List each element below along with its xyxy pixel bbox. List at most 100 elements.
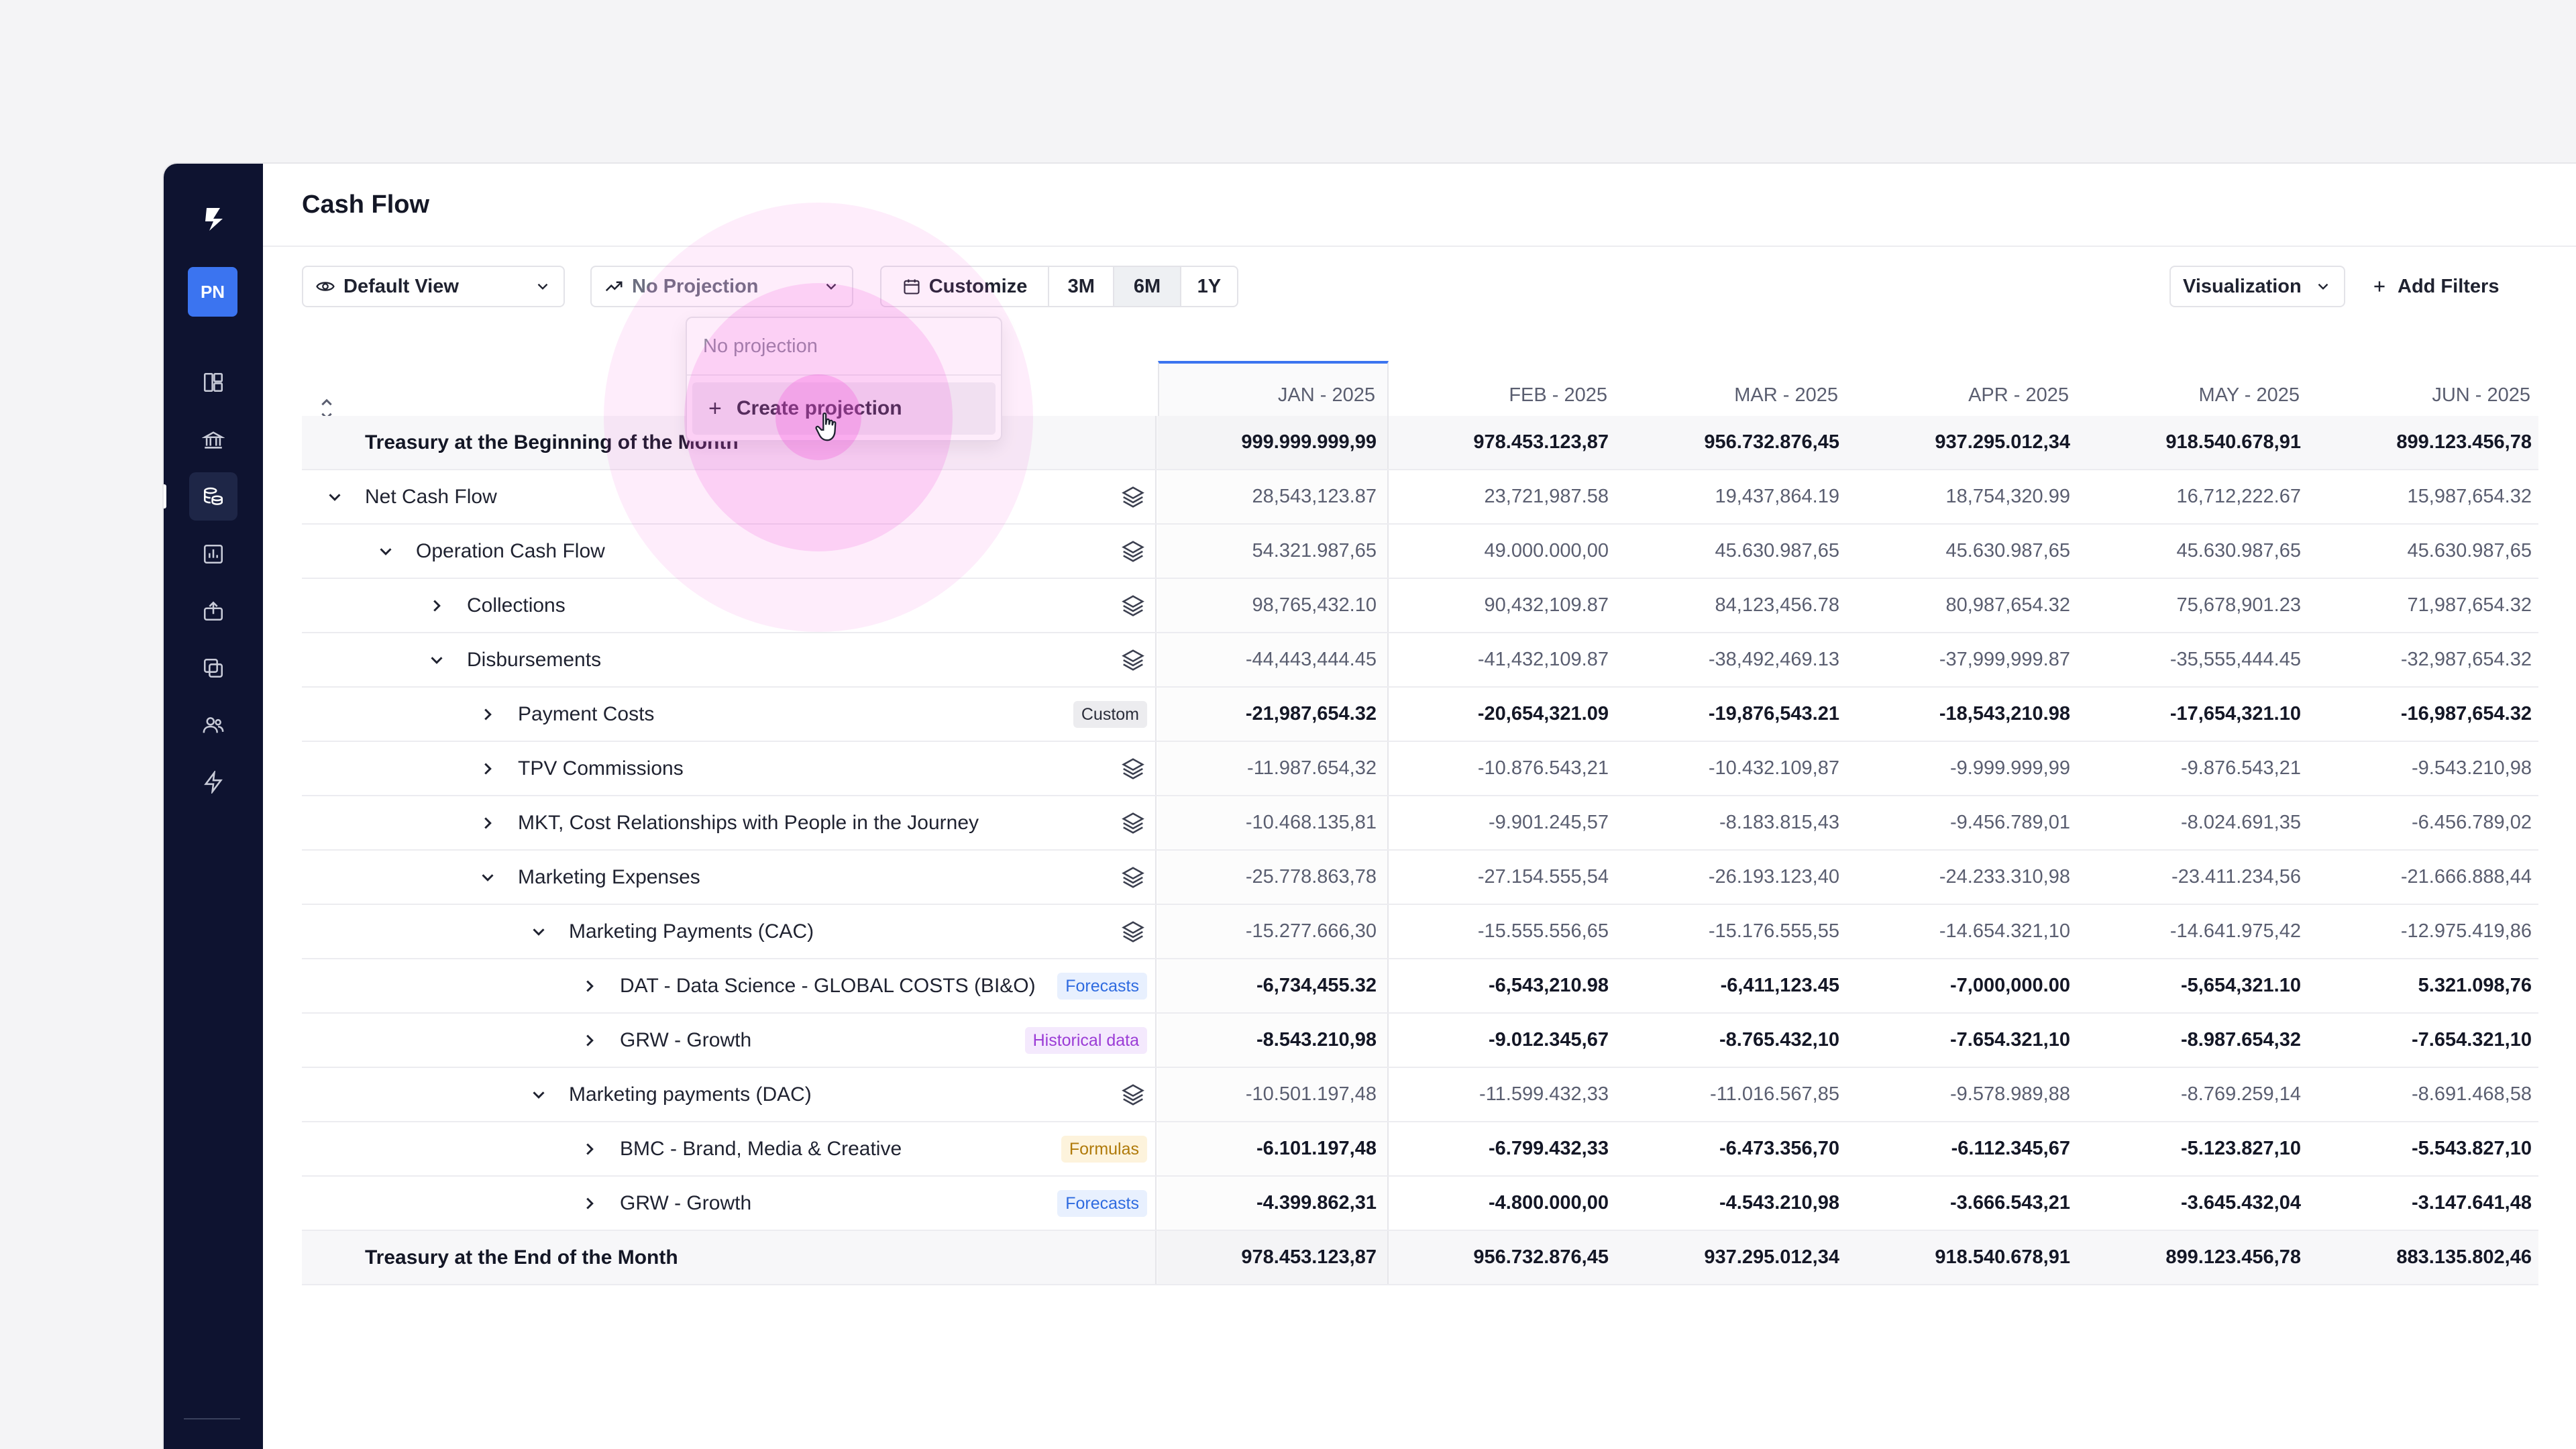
table-cell[interactable]: -10.432.109,87	[1619, 742, 1850, 795]
chevron-down-icon[interactable]	[376, 541, 396, 561]
table-row[interactable]: Marketing Payments (CAC) -15.277.666,30 -1…	[302, 905, 2538, 959]
table-cell[interactable]: 54.321.987,65	[1158, 525, 1389, 578]
table-cell[interactable]: -4.399.862,31	[1158, 1177, 1389, 1230]
table-cell[interactable]: -8.769.259,14	[2081, 1068, 2312, 1121]
table-cell[interactable]: 899.123.456,78	[2312, 416, 2542, 469]
table-cell[interactable]: -9.578.989,88	[1850, 1068, 2081, 1121]
table-cell[interactable]: 23,721,987.58	[1389, 470, 1619, 523]
view-select[interactable]: Default View	[302, 266, 565, 307]
table-row[interactable]: Payment Costs Custom -21,987,654.32 -20,654…	[302, 688, 2538, 742]
chevron-right-icon[interactable]	[580, 976, 600, 996]
table-cell[interactable]: -21.666.888,44	[2312, 851, 2542, 904]
table-row[interactable]: Disbursements -44,443,444.45 -41,432,109.8…	[302, 633, 2538, 688]
table-cell[interactable]: -5.123.827,10	[2081, 1122, 2312, 1175]
table-cell[interactable]: -19,876,543.21	[1619, 688, 1850, 741]
table-cell[interactable]: -9.901.245,57	[1389, 796, 1619, 849]
table-cell[interactable]: 978.453.123,87	[1389, 416, 1619, 469]
table-cell[interactable]: -32,987,654.32	[2312, 633, 2542, 686]
table-cell[interactable]: -37,999,999.87	[1850, 633, 2081, 686]
table-cell[interactable]: 956.732.876,45	[1389, 1231, 1619, 1284]
table-cell[interactable]: -3.645.432,04	[2081, 1177, 2312, 1230]
table-cell[interactable]: -8.987.654,32	[2081, 1014, 2312, 1067]
table-cell[interactable]: -5,654,321.10	[2081, 959, 2312, 1012]
table-cell[interactable]: -14.641.975,42	[2081, 905, 2312, 958]
table-cell[interactable]: 15,987,654.32	[2312, 470, 2542, 523]
chevron-right-icon[interactable]	[580, 1030, 600, 1051]
table-cell[interactable]: -8.691.468,58	[2312, 1068, 2542, 1121]
table-cell[interactable]: 75,678,901.23	[2081, 579, 2312, 632]
table-cell[interactable]: -41,432,109.87	[1389, 633, 1619, 686]
table-cell[interactable]: 80,987,654.32	[1850, 579, 2081, 632]
table-row[interactable]: Collections 98,765,432.10 90,432,109.87 84,…	[302, 579, 2538, 633]
table-cell[interactable]: 5.321.098,76	[2312, 959, 2542, 1012]
table-cell[interactable]: -17,654,321.10	[2081, 688, 2312, 741]
chevron-down-icon[interactable]	[427, 650, 447, 670]
table-cell[interactable]: -38,492,469.13	[1619, 633, 1850, 686]
table-cell[interactable]: -18,543,210.98	[1850, 688, 2081, 741]
table-cell[interactable]: 19,437,864.19	[1619, 470, 1850, 523]
column-header[interactable]: JUN - 2025	[2312, 361, 2542, 416]
table-row[interactable]: MKT, Cost Relationships with People in t…	[302, 796, 2538, 851]
chart-icon[interactable]	[193, 534, 233, 574]
table-cell[interactable]: -26.193.123,40	[1619, 851, 1850, 904]
table-row[interactable]: Marketing payments (DAC) -10.501.197,48 -1…	[302, 1068, 2538, 1122]
table-cell[interactable]: -44,443,444.45	[1158, 633, 1389, 686]
table-cell[interactable]: 84,123,456.78	[1619, 579, 1850, 632]
chevron-right-icon[interactable]	[580, 1139, 600, 1159]
table-row[interactable]: TPV Commissions -11.987.654,32 -10.876.543…	[302, 742, 2538, 796]
table-cell[interactable]: -25.778.863,78	[1158, 851, 1389, 904]
table-cell[interactable]: -8.765.432,10	[1619, 1014, 1850, 1067]
lightning-icon[interactable]	[193, 762, 233, 802]
table-cell[interactable]: -23.411.234,56	[2081, 851, 2312, 904]
copy-icon[interactable]	[193, 648, 233, 688]
customize-button[interactable]: Customize	[881, 267, 1050, 306]
table-cell[interactable]: -6.456.789,02	[2312, 796, 2542, 849]
table-cell[interactable]: -9.999.999,99	[1850, 742, 2081, 795]
chevron-right-icon[interactable]	[580, 1193, 600, 1214]
table-cell[interactable]: -8.183.815,43	[1619, 796, 1850, 849]
layers-icon[interactable]	[1120, 647, 1146, 673]
table-cell[interactable]: -9.012.345,67	[1389, 1014, 1619, 1067]
chevron-right-icon[interactable]	[427, 596, 447, 616]
table-cell[interactable]: 16,712,222.67	[2081, 470, 2312, 523]
table-cell[interactable]: -7,000,000.00	[1850, 959, 2081, 1012]
range-6m-button[interactable]: 6M	[1114, 267, 1181, 306]
table-cell[interactable]: 937.295.012,34	[1850, 416, 2081, 469]
table-row[interactable]: Treasury at the End of the Month 978.453.…	[302, 1231, 2538, 1285]
table-cell[interactable]: -5.543.827,10	[2312, 1122, 2542, 1175]
table-row[interactable]: Marketing Expenses -25.778.863,78 -27.154.…	[302, 851, 2538, 905]
chevron-right-icon[interactable]	[478, 813, 498, 833]
table-cell[interactable]: -6.473.356,70	[1619, 1122, 1850, 1175]
table-cell[interactable]: -6.101.197,48	[1158, 1122, 1389, 1175]
table-cell[interactable]: 937.295.012,34	[1619, 1231, 1850, 1284]
more-options-button[interactable]	[2563, 266, 2576, 307]
table-cell[interactable]: -6,734,455.32	[1158, 959, 1389, 1012]
avatar[interactable]: PN	[188, 267, 237, 317]
table-cell[interactable]: -6.799.432,33	[1389, 1122, 1619, 1175]
layers-icon[interactable]	[1120, 539, 1146, 564]
chevron-down-icon[interactable]	[529, 1085, 549, 1105]
table-cell[interactable]: 45.630.987,65	[1850, 525, 2081, 578]
table-cell[interactable]: 45.630.987,65	[2081, 525, 2312, 578]
table-cell[interactable]: -6,411,123.45	[1619, 959, 1850, 1012]
table-cell[interactable]: -11.987.654,32	[1158, 742, 1389, 795]
chevron-down-icon[interactable]	[478, 867, 498, 888]
table-cell[interactable]: -9.456.789,01	[1850, 796, 2081, 849]
chevron-down-icon[interactable]	[325, 487, 345, 507]
table-cell[interactable]: -6,543,210.98	[1389, 959, 1619, 1012]
users-icon[interactable]	[193, 705, 233, 745]
chevron-down-icon[interactable]	[529, 922, 549, 942]
dashboard-icon[interactable]	[193, 362, 233, 402]
table-cell[interactable]: 883.135.802,46	[2312, 1231, 2542, 1284]
table-cell[interactable]: -20,654,321.09	[1389, 688, 1619, 741]
table-cell[interactable]: -7.654.321,10	[1850, 1014, 2081, 1067]
layers-icon[interactable]	[1120, 484, 1146, 510]
table-cell[interactable]: 45.630.987,65	[2312, 525, 2542, 578]
layers-icon[interactable]	[1120, 1082, 1146, 1108]
table-cell[interactable]: 18,754,320.99	[1850, 470, 2081, 523]
bank-icon[interactable]	[193, 420, 233, 460]
menu-item-create-projection[interactable]: + Create projection	[692, 382, 996, 435]
table-cell[interactable]: 98,765,432.10	[1158, 579, 1389, 632]
table-cell[interactable]: 918.540.678,91	[1850, 1231, 2081, 1284]
table-cell[interactable]: 999.999.999,99	[1158, 416, 1389, 469]
